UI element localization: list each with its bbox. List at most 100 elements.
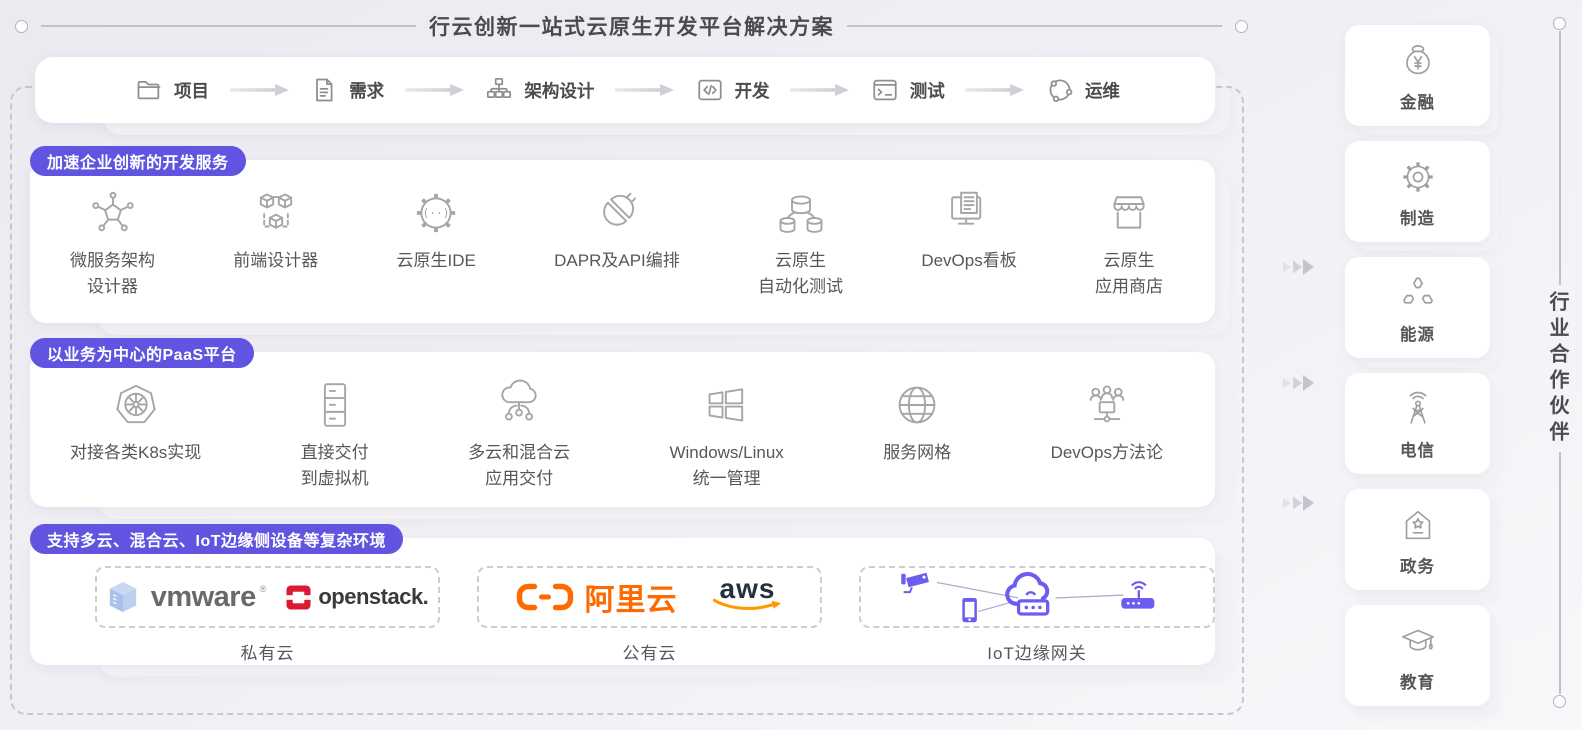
alibaba-cloud-logo: 阿里云 bbox=[516, 575, 678, 619]
workflow-step: 测试 bbox=[871, 76, 945, 104]
rail-end-dot bbox=[1553, 17, 1566, 30]
automated-testing-icon bbox=[774, 186, 828, 240]
alibaba-cloud-text: 阿里云 bbox=[584, 584, 678, 617]
section-badge-dev-services: 加速企业创新的开发服务 bbox=[30, 146, 246, 176]
workflow-step-label: 架构设计 bbox=[524, 80, 595, 101]
feature-item-label: 前端设计器 bbox=[233, 251, 319, 270]
feature-item: DevOps方法论 bbox=[1051, 378, 1163, 466]
workflow-bar: 项目 需求 架构设计 开发 测试 运维 bbox=[35, 57, 1230, 135]
workflow-step-label: 需求 bbox=[349, 80, 385, 101]
workflow-step-label: 项目 bbox=[174, 80, 209, 101]
feature-item: 云原生 自动化测试 bbox=[758, 186, 843, 299]
server-cube-icon bbox=[107, 580, 139, 614]
line-end-dot bbox=[1235, 19, 1248, 33]
feature-item: (··) 云原生IDE bbox=[397, 186, 476, 274]
app-store-icon bbox=[1102, 186, 1156, 240]
feature-item-label: 直接交付 到虚拟机 bbox=[300, 443, 369, 488]
environment-label: IoT边缘网关 bbox=[987, 644, 1087, 663]
line-end-dot bbox=[15, 19, 28, 33]
environment-group: 阿里云 aws 公有云 bbox=[477, 566, 822, 664]
iot-devices-graphic bbox=[877, 568, 1197, 626]
vmware-logo: vmware ® bbox=[107, 580, 267, 614]
workflow-step: 需求 bbox=[310, 76, 384, 104]
k8s-icon bbox=[109, 378, 163, 432]
double-chevron-icon bbox=[1282, 493, 1316, 518]
feature-item-label: 对接各类K8s实现 bbox=[70, 443, 202, 462]
devops-methodology-icon bbox=[1080, 378, 1134, 432]
feature-item: 服务网格 bbox=[883, 378, 951, 466]
environment-label: 公有云 bbox=[622, 644, 677, 663]
title-row: 行云创新一站式云原生开发平台解决方案 bbox=[15, 11, 1248, 41]
double-chevron-icon bbox=[1282, 373, 1316, 398]
flow-arrow-icon bbox=[614, 83, 676, 97]
industry-card: 教育 bbox=[1345, 605, 1499, 715]
feature-item-label: 多云和混合云 应用交付 bbox=[468, 443, 571, 488]
rail-end-dot bbox=[1553, 695, 1566, 708]
industry-card: 制造 bbox=[1345, 141, 1499, 251]
openstack-logo: openstack. bbox=[286, 584, 429, 610]
industry-label: 教育 bbox=[1400, 673, 1435, 692]
industry-card: 金融 bbox=[1345, 25, 1499, 135]
industry-label: 金融 bbox=[1400, 93, 1435, 112]
workflow-steps: 项目 需求 架构设计 开发 测试 运维 bbox=[35, 57, 1215, 123]
flow-arrow-icon bbox=[229, 83, 291, 97]
environment-box: 阿里云 aws bbox=[477, 566, 822, 628]
environment-group: vmware ® openstack. 私有云 bbox=[95, 566, 440, 664]
section-paas-platform: 以业务为中心的PaaS平台 对接各类K8s实现 直接交付 到虚拟机 多云和混合云 应… bbox=[30, 338, 1230, 519]
aws-logo: aws bbox=[712, 574, 784, 618]
feature-item: 对接各类K8s实现 bbox=[70, 378, 201, 466]
feature-item-label: 服务网格 bbox=[883, 443, 952, 462]
openstack-mark-icon bbox=[286, 584, 311, 610]
feature-item-label: 云原生IDE bbox=[396, 251, 476, 270]
section-badge-paas-platform: 以业务为中心的PaaS平台 bbox=[30, 338, 254, 368]
feature-item-label: DevOps方法论 bbox=[1050, 443, 1163, 462]
flow-arrow-icon bbox=[789, 83, 851, 97]
svg-text:(··): (··) bbox=[423, 207, 450, 220]
title-line-left bbox=[41, 25, 416, 27]
section-badge-label: 支持多云、混合云、IoT边缘侧设备等复杂环境 bbox=[47, 533, 386, 550]
feature-item: 直接交付 到虚拟机 bbox=[301, 378, 369, 491]
dev-services-items: 微服务架构 设计器 前端设计器 (··) 云原生IDE DAPR及API编排 云原生 自动… bbox=[30, 160, 1215, 299]
folder-icon bbox=[135, 76, 163, 104]
workflow-step-label: 测试 bbox=[909, 80, 945, 101]
api-orchestration-icon bbox=[590, 186, 644, 240]
environment-groups: vmware ® openstack. 私有云 阿里云 aws 公有云 IoT边缘网关 bbox=[30, 538, 1215, 664]
education-icon bbox=[1396, 619, 1440, 663]
aws-smile-icon bbox=[712, 598, 784, 617]
industry-label: 电信 bbox=[1400, 441, 1435, 460]
workflow-step: 运维 bbox=[1046, 76, 1120, 104]
environment-box: vmware ® openstack. bbox=[95, 566, 440, 628]
flow-arrow-icon bbox=[404, 83, 466, 97]
alibaba-bracket-icon bbox=[516, 583, 574, 611]
feature-item: DevOps看板 bbox=[921, 186, 1017, 274]
paas-platform-items: 对接各类K8s实现 直接交付 到虚拟机 多云和混合云 应用交付 Windows/Lin… bbox=[30, 352, 1215, 491]
workflow-step: 项目 bbox=[135, 76, 209, 104]
section-dev-services: 加速企业创新的开发服务 微服务架构 设计器 前端设计器 (··) 云原生IDE DAPR… bbox=[30, 146, 1230, 335]
vmware-logo-text: vmware bbox=[150, 580, 257, 613]
multicloud-delivery-icon bbox=[492, 378, 546, 432]
requirement-doc-icon bbox=[310, 76, 338, 104]
vm-delivery-icon bbox=[308, 378, 362, 432]
workflow-step-label: 运维 bbox=[1084, 80, 1120, 101]
workflow-step-label: 开发 bbox=[734, 80, 770, 101]
industry-card: 政务 bbox=[1345, 489, 1499, 599]
industry-label: 能源 bbox=[1400, 325, 1435, 344]
flow-arrow-icon bbox=[964, 83, 1026, 97]
trademark-symbol: ® bbox=[259, 584, 267, 594]
section-badge-label: 以业务为中心的PaaS平台 bbox=[47, 347, 237, 364]
industry-label: 政务 bbox=[1400, 557, 1435, 576]
section-badge-label: 加速企业创新的开发服务 bbox=[47, 155, 229, 172]
feature-item: Windows/Linux 统一管理 bbox=[669, 378, 784, 491]
architecture-icon bbox=[485, 76, 513, 104]
feature-item-label: Windows/Linux 统一管理 bbox=[669, 443, 784, 488]
manufacturing-icon bbox=[1396, 155, 1440, 199]
feature-item-label: DAPR及API编排 bbox=[554, 251, 680, 270]
page-title: 行云创新一站式云原生开发平台解决方案 bbox=[429, 16, 834, 39]
feature-item: 前端设计器 bbox=[233, 186, 318, 274]
openstack-logo-text: openstack. bbox=[318, 584, 429, 609]
workflow-step: 架构设计 bbox=[485, 76, 594, 104]
title-line-right bbox=[847, 25, 1222, 27]
industry-card: 电信 bbox=[1345, 373, 1499, 483]
industry-card: 能源 bbox=[1345, 257, 1499, 367]
devops-board-icon bbox=[942, 186, 996, 240]
